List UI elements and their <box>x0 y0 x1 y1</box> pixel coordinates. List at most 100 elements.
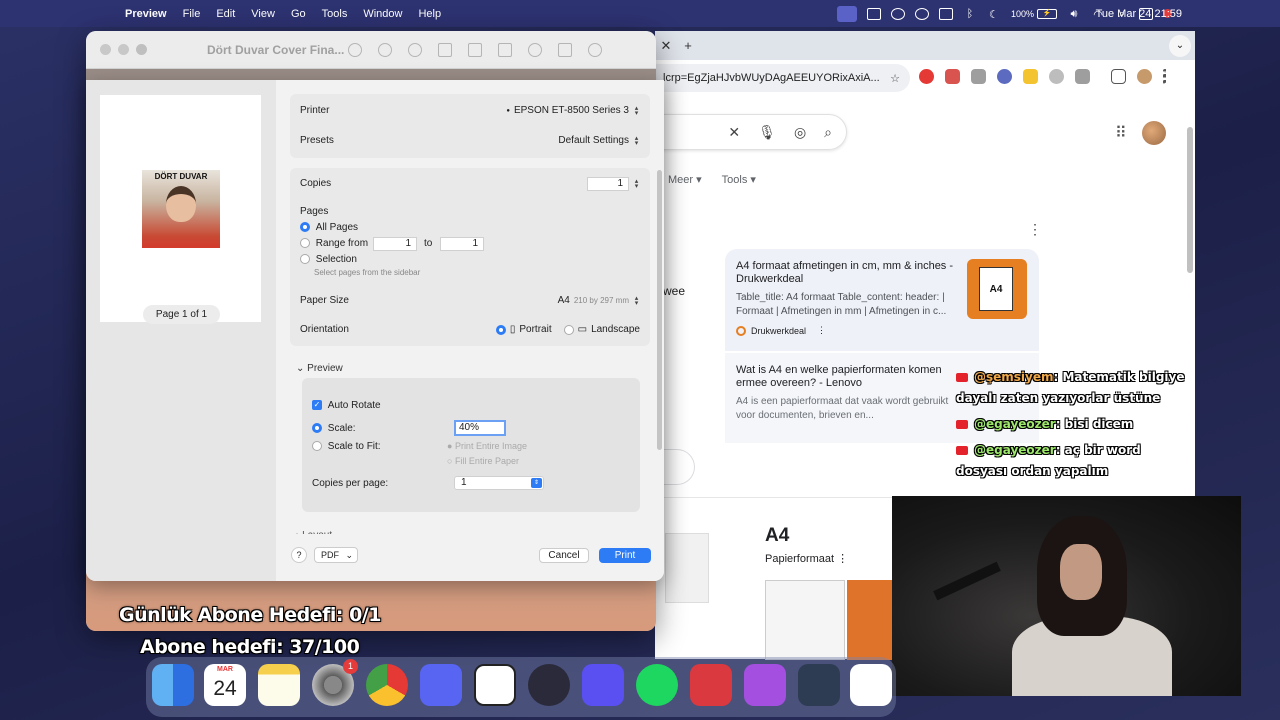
system-settings-icon[interactable]: 1 <box>312 659 358 706</box>
range-radio[interactable] <box>300 238 310 249</box>
scale-input[interactable]: 40% <box>454 420 506 436</box>
menu-go[interactable]: Go <box>283 8 314 20</box>
menu-tools[interactable]: Tools <box>314 8 356 20</box>
screen-recorder-icon[interactable] <box>744 664 786 706</box>
notes-icon[interactable] <box>258 664 300 706</box>
airdrop-icon[interactable] <box>914 7 929 20</box>
copies-per-page-select[interactable]: 1 ⇕ <box>454 476 544 490</box>
menu-app-name[interactable]: Preview <box>117 8 175 20</box>
auto-rotate-option[interactable]: ✓ Auto Rotate <box>312 400 630 411</box>
address-bar[interactable]: lcrp=EgZjaHJvbWUyDAgAEEUYORixAxiA... ☆ <box>655 64 910 92</box>
expressvpn-icon[interactable] <box>690 664 732 706</box>
settings-scrollbar[interactable] <box>657 170 662 450</box>
new-tab-icon[interactable]: + <box>677 38 699 53</box>
spotify-icon[interactable] <box>636 664 678 706</box>
bookmark-star-icon[interactable]: ☆ <box>890 72 900 85</box>
selection-radio[interactable] <box>300 254 310 265</box>
menu-view[interactable]: View <box>243 8 283 20</box>
cancel-button[interactable]: Cancel <box>539 548 589 563</box>
print-button[interactable]: Print <box>599 548 651 563</box>
obs-menu-icon[interactable] <box>890 7 905 20</box>
info-icon[interactable] <box>348 43 362 57</box>
source-more-icon[interactable]: ⋮ <box>817 325 826 336</box>
bluetooth-icon[interactable]: ᛒ <box>963 8 977 20</box>
volume-icon[interactable]: 🔊︎ <box>1067 8 1081 20</box>
chrome-icon[interactable] <box>366 664 408 706</box>
capcut-icon[interactable] <box>798 664 840 706</box>
voice-search-icon[interactable]: 🎙︎ <box>758 124 776 141</box>
notion-menu-icon[interactable] <box>866 7 881 20</box>
landscape-radio[interactable] <box>563 324 574 335</box>
download-icon[interactable] <box>1111 69 1126 84</box>
menu-window[interactable]: Window <box>355 8 410 20</box>
profile-icon[interactable] <box>1137 69 1152 84</box>
all-pages-radio[interactable] <box>300 222 310 233</box>
app-launcher-icon[interactable] <box>850 664 892 706</box>
zoom-window-icon[interactable] <box>136 44 147 55</box>
search-result-card[interactable]: A4 formaat afmetingen in cm, mm & inches… <box>725 249 1039 351</box>
close-tab-icon[interactable]: ✕ <box>655 38 677 54</box>
markup-pen-icon[interactable] <box>468 43 482 57</box>
menu-file[interactable]: File <box>175 8 209 20</box>
scale-to-fit-radio[interactable] <box>312 441 322 452</box>
result-source[interactable]: Drukwerkdeal ⋮ <box>736 325 1028 336</box>
tab-tools[interactable]: Tools ▾ <box>722 173 756 186</box>
extensions-puzzle-icon[interactable] <box>1075 69 1090 84</box>
screen-mirroring-icon[interactable] <box>836 5 857 22</box>
result-thumbnail[interactable]: A4 <box>967 259 1027 319</box>
menu-help[interactable]: Help <box>410 8 449 20</box>
result-title-2[interactable]: Wat is A4 en welke papierformaten komen … <box>736 364 956 390</box>
battery-indicator[interactable]: 100% ⚡ <box>1011 8 1057 19</box>
preview-search-icon[interactable] <box>588 43 602 57</box>
extension-1-icon[interactable] <box>919 69 934 84</box>
extension-5-icon[interactable] <box>1023 69 1038 84</box>
display-icon[interactable] <box>938 7 953 20</box>
focus-moon-icon[interactable]: ☾ <box>987 8 1001 21</box>
range-start-input[interactable]: 1 <box>373 237 417 251</box>
selection-option[interactable]: Selection <box>300 254 640 265</box>
search-box[interactable]: ✕ 🎙︎ ◎ ⌕ <box>655 114 847 150</box>
tab-more[interactable]: Meer ▾ <box>668 173 702 186</box>
results-more-icon[interactable]: ⋮ <box>1028 221 1042 238</box>
pdf-menu-button[interactable]: PDF ⌄ <box>314 547 358 563</box>
obs-icon[interactable] <box>528 664 570 706</box>
search-icon[interactable]: ⌕ <box>824 124 832 141</box>
form-fill-icon[interactable] <box>558 43 572 57</box>
extension-2-icon[interactable] <box>945 69 960 84</box>
extension-3-icon[interactable] <box>971 69 986 84</box>
discord-icon[interactable] <box>420 664 462 706</box>
result-title[interactable]: A4 formaat afmetingen in cm, mm & inches… <box>736 260 956 286</box>
notion-icon[interactable] <box>474 664 516 706</box>
scale-radio[interactable] <box>312 423 322 434</box>
paper-size-image-1[interactable] <box>665 533 709 603</box>
close-window-icon[interactable] <box>100 44 111 55</box>
all-pages-option[interactable]: All Pages <box>300 222 640 233</box>
tab-search-icon[interactable]: ⌄ <box>1169 35 1191 57</box>
range-end-input[interactable]: 1 <box>440 237 484 251</box>
zoom-in-icon[interactable] <box>408 43 422 57</box>
extension-6-icon[interactable] <box>1049 69 1064 84</box>
page-scrollbar[interactable] <box>1187 127 1193 273</box>
menu-edit[interactable]: Edit <box>208 8 243 20</box>
clear-search-icon[interactable]: ✕ <box>728 124 740 141</box>
minimize-window-icon[interactable] <box>118 44 129 55</box>
range-option[interactable]: Range from 1 to 1 <box>300 237 640 251</box>
portrait-radio[interactable] <box>495 324 506 335</box>
paper-size-image-3[interactable] <box>847 580 893 660</box>
paper-size-image-2[interactable] <box>765 580 845 660</box>
auto-rotate-checkbox[interactable]: ✓ <box>312 400 322 411</box>
rotate-icon[interactable] <box>498 43 512 57</box>
preview-section-toggle[interactable]: ⌄ Preview <box>296 363 343 374</box>
markup-icon[interactable] <box>528 43 542 57</box>
zoom-out-icon[interactable] <box>378 43 392 57</box>
knowledge-more-icon[interactable]: ⋮ <box>837 553 848 565</box>
extension-4-icon[interactable] <box>997 69 1012 84</box>
google-apps-icon[interactable]: ⠿ <box>1115 123 1127 143</box>
menu-clock[interactable]: Tue Mar 24 21:59 <box>1096 8 1182 20</box>
copies-stepper[interactable]: ▴ ▾ <box>633 178 640 190</box>
page-thumbnail[interactable]: DÖRT DUVAR Page 1 of 1 <box>100 95 261 324</box>
help-button[interactable]: ? <box>291 547 307 563</box>
browser-menu-icon[interactable] <box>1163 69 1167 84</box>
launchpad-icon[interactable] <box>582 664 624 706</box>
lens-search-icon[interactable]: ◎ <box>794 124 806 141</box>
